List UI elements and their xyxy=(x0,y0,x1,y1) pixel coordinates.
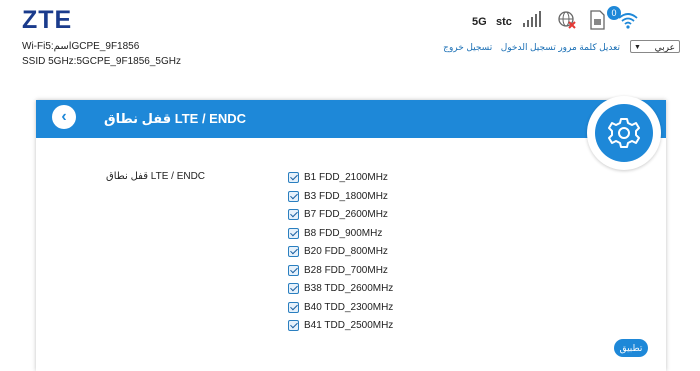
sim-icon xyxy=(589,10,605,35)
panel-header: ‹ قفل نطاق LTE / ENDC xyxy=(36,100,666,138)
network-type-label: 5G xyxy=(472,16,487,28)
band-label: B8 FDD_900MHz xyxy=(304,227,383,239)
band-label: B28 FDD_700MHz xyxy=(304,264,388,276)
band-label: B7 FDD_2600MHz xyxy=(304,209,388,220)
band-label: B40 TDD_2300MHz xyxy=(304,301,394,313)
gear-icon xyxy=(608,118,640,148)
band-label: B3 FDD_1800MHz xyxy=(304,190,388,202)
band-b28[interactable]: B28 FDD_700MHz xyxy=(288,264,448,278)
account-links: تعديل كلمة مرور تسجيل الدخول تسجيل خروج xyxy=(437,42,620,53)
checkbox[interactable] xyxy=(288,283,299,294)
checkbox[interactable] xyxy=(288,209,299,220)
wifi-icon: 0 xyxy=(607,6,639,35)
apply-button[interactable]: تطبيق xyxy=(614,339,648,357)
band-b20[interactable]: B20 FDD_800MHz xyxy=(288,245,448,259)
band-label: B20 FDD_800MHz xyxy=(304,246,388,257)
band-b3[interactable]: B3 FDD_1800MHz xyxy=(288,190,448,204)
band-b41[interactable]: B41 TDD_2500MHz xyxy=(288,319,448,333)
band-lock-panel: ‹ قفل نطاق LTE / ENDC قفل نطاق LTE / END… xyxy=(36,96,666,371)
band-lock-field-label: قفل نطاق LTE / ENDC xyxy=(106,171,206,182)
language-select-value: عربي xyxy=(654,42,675,52)
band-b40[interactable]: B40 TDD_2300MHz xyxy=(288,301,448,315)
settings-badge xyxy=(587,96,661,170)
chevron-down-icon: ▼ xyxy=(634,44,641,51)
checkbox[interactable] xyxy=(288,264,299,276)
signal-icon xyxy=(522,10,542,33)
band-label: B38 TDD_2600MHz xyxy=(304,283,394,294)
change-password-link[interactable]: تعديل كلمة مرور تسجيل الدخول xyxy=(501,42,620,52)
checkbox[interactable] xyxy=(288,172,299,183)
zte-logo: ZTE xyxy=(22,6,73,34)
back-button[interactable]: ‹ xyxy=(52,105,76,129)
band-b1[interactable]: B1 FDD_2100MHz xyxy=(288,171,448,185)
band-label: B1 FDD_2100MHz xyxy=(304,172,388,183)
page-title: قفل نطاق LTE / ENDC xyxy=(104,111,247,126)
logout-link[interactable]: تسجيل خروج xyxy=(443,42,492,52)
ssid-5ghz-text: SSID 5GHz:5GCPE_9F1856_5GHz xyxy=(22,56,181,67)
globe-disconnected-icon xyxy=(557,10,577,35)
checkbox[interactable] xyxy=(288,190,299,202)
language-select[interactable]: ▼ عربي xyxy=(630,40,680,53)
checkbox[interactable] xyxy=(288,227,299,239)
band-label: B41 TDD_2500MHz xyxy=(304,320,394,331)
checkbox[interactable] xyxy=(288,320,299,331)
band-b7[interactable]: B7 FDD_2600MHz xyxy=(288,208,448,222)
operator-label: stc xyxy=(496,16,512,28)
checkbox[interactable] xyxy=(288,301,299,313)
checkbox[interactable] xyxy=(288,246,299,257)
band-b8[interactable]: B8 FDD_900MHz xyxy=(288,227,448,241)
wifi-clients-badge: 0 xyxy=(607,6,621,20)
wifi-name-text: Wi-Fi5:اسمGCPE_9F1856 xyxy=(22,41,140,52)
band-b38[interactable]: B38 TDD_2600MHz xyxy=(288,282,448,296)
